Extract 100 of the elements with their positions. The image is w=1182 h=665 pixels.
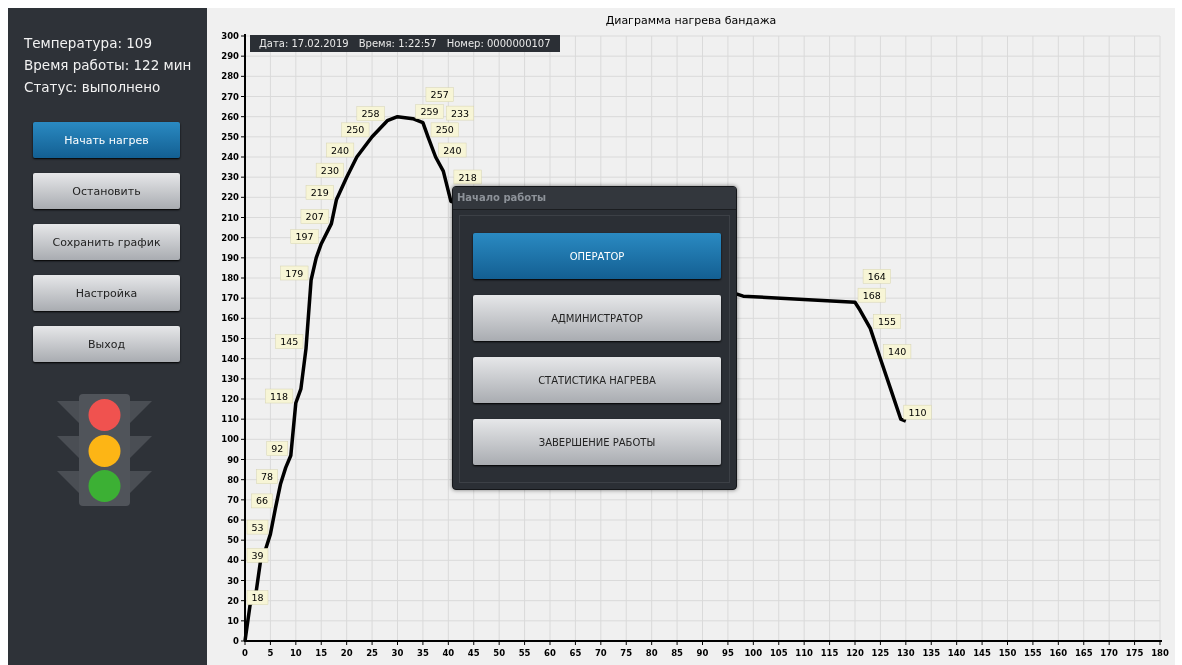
data-label: 207 [300,209,329,224]
chart-title: Диаграмма нагрева бандажа [605,14,777,27]
x-tick-label: 160 [1049,648,1068,658]
data-label: 145 [275,334,304,349]
x-tick-label: 105 [769,648,788,658]
data-label: 258 [356,106,385,121]
sidebar-button[interactable]: Начать нагрев [33,122,180,158]
x-tick-label: 100 [744,648,763,658]
sidebar-button[interactable]: Настройка [33,275,180,311]
y-tick-label: 130 [221,373,239,384]
data-label: 118 [265,388,294,404]
data-label: 155 [873,314,901,329]
y-tick-label: 10 [227,615,239,626]
data-label: 92 [266,441,288,456]
data-label: 230 [315,162,344,178]
x-tick-label: 155 [1024,648,1042,658]
x-tick-label: 40 [442,648,455,658]
data-label: 197 [290,229,319,244]
x-tick-label: 110 [795,648,814,658]
y-tick-label: 210 [221,212,239,223]
info-text: Время: 1:22:57 [358,37,437,51]
y-tick-label: 90 [227,454,239,465]
data-label: 53 [246,519,269,535]
x-tick-label: 70 [594,648,607,658]
data-label: 257 [425,87,454,102]
y-tick-label: 290 [221,51,239,62]
x-tick-label: 5 [267,648,274,658]
x-tick-label: 125 [871,648,890,658]
info-text: Номер: 0000000107 [446,37,551,51]
data-label: 179 [280,265,309,281]
y-tick-label: 60 [227,515,239,525]
dialog-button[interactable]: АДМИНИСТРАТОР [473,295,721,341]
y-tick-label: 220 [221,192,239,203]
x-tick-label: 65 [569,648,582,658]
y-tick-label: 100 [221,434,239,445]
data-label: 110 [903,404,932,420]
x-tick-label: 85 [671,648,683,658]
dialog-button[interactable]: ЗАВЕРШЕНИЕ РАБОТЫ [473,419,721,465]
x-tick-label: 35 [417,648,429,658]
sidebar-button[interactable]: Сохранить график [33,224,180,260]
x-tick-label: 30 [391,648,404,658]
y-tick-label: 70 [227,494,239,505]
y-tick-label: 140 [221,353,239,364]
y-tick-label: 160 [221,313,239,324]
x-tick-label: 135 [922,648,941,658]
data-label: 168 [857,287,886,303]
data-label: 219 [305,185,334,200]
sidebar-button[interactable]: Остановить [33,173,180,209]
x-tick-label: 20 [340,648,353,658]
y-tick-label: 200 [221,232,239,243]
x-tick-label: 170 [1100,648,1119,658]
data-label: 259 [415,104,444,119]
status-readout: Время работы: 122 мин [24,56,193,75]
x-tick-label: 50 [493,648,506,658]
data-label: 164 [862,269,891,284]
x-tick-label: 55 [518,648,531,658]
y-tick-label: 110 [221,414,239,425]
y-tick-label: 80 [227,474,239,485]
x-tick-label: 60 [544,648,556,658]
y-tick-label: 250 [221,131,239,142]
data-label: 250 [430,122,459,138]
sidebar-button[interactable]: Выход [33,326,180,362]
y-tick-label: 260 [221,111,239,122]
x-tick-label: 15 [315,648,328,658]
y-tick-label: 30 [227,575,239,586]
x-tick-label: 45 [467,648,480,658]
dialog-button[interactable]: ОПЕРАТОР [473,233,721,279]
x-tick-label: 0 [242,648,248,658]
x-tick-label: 180 [1151,648,1169,658]
y-tick-label: 40 [227,555,239,566]
x-tick-label: 80 [645,648,658,658]
y-tick-label: 20 [227,595,239,606]
x-tick-label: 175 [1125,648,1144,658]
dialog-title: Начало работы [453,187,736,210]
x-tick-label: 140 [947,648,966,658]
y-tick-label: 170 [221,293,239,304]
x-tick-label: 115 [820,648,839,658]
data-label: 250 [341,122,370,138]
y-tick-label: 50 [227,535,239,546]
data-label: 78 [256,469,278,484]
x-tick-label: 145 [973,648,991,658]
y-tick-label: 240 [221,152,239,162]
y-tick-label: 280 [221,71,239,82]
data-label: 218 [453,169,482,185]
x-tick-label: 95 [722,648,734,658]
x-tick-label: 130 [896,648,915,658]
x-tick-label: 25 [366,648,378,658]
data-label: 240 [326,142,355,158]
status-readout: Температура: 109 [24,34,153,53]
y-tick-label: 190 [221,252,239,263]
data-label: 39 [246,548,269,563]
x-tick-label: 165 [1074,648,1093,658]
y-tick-label: 150 [221,333,239,344]
status-readout: Статус: выполнено [24,78,162,97]
data-label: 140 [883,344,912,359]
info-text: Дата: 17.02.2019 [259,37,349,51]
y-tick-label: 180 [221,273,239,283]
x-tick-label: 10 [289,648,302,658]
dialog-button[interactable]: СТАТИСТИКА НАГРЕВА [473,357,721,403]
y-tick-label: 270 [221,91,239,102]
